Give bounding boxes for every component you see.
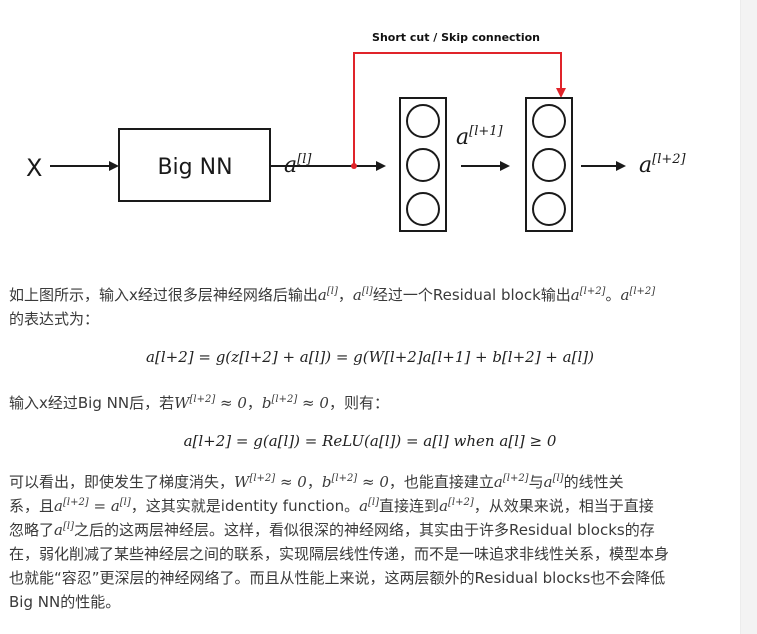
math-a-l2: a[l+2] [570, 286, 606, 304]
vertical-scrollbar[interactable] [740, 0, 757, 634]
text-run: 如上图所示，输入x经过很多层神经网络后输出 [9, 286, 318, 304]
math-a-l: a[l] [352, 286, 373, 304]
equation-identity: a[l+2] = g(a[l]) = ReLU(a[l]) = a[l] whe… [183, 432, 557, 450]
text-run: ，从效果来说，相当于直接 [473, 497, 654, 515]
a-l1-label: a[l+1] [456, 124, 504, 150]
text-run: 忽略了 [9, 521, 55, 539]
text-run: ， [246, 394, 262, 412]
text-run: 。 [605, 286, 621, 304]
math-a-l2: a[l+2] [493, 473, 529, 491]
residual-block-diagram: X Big NN a[l] Short cut / Skip connectio… [26, 31, 687, 232]
text-run: ，也能直接建立 [388, 473, 494, 491]
text-run: 在，弱化削减了某些神经层之间的联系，实现隔层线性传递，而不是一味追求非线性关系，… [9, 545, 670, 563]
text-run: 之后的这两层神经层。这样，看似很深的神经网络，其实由于许多Residual bl… [73, 521, 655, 539]
text-run: 经过一个Residual block输出 [372, 286, 571, 304]
text-run: 输入x经过Big NN后，若 [9, 394, 175, 412]
math-a-l2: a[l+2] [439, 497, 474, 515]
text-run: ， [306, 473, 322, 491]
text-run: 也就能“容忍”更深层的神经网络了。而且从性能上来说，这两层额外的Residual… [9, 569, 666, 587]
text-run: ，则有： [328, 394, 389, 412]
text-run: 直接连到 [379, 497, 440, 515]
math-a-l: a[l] [54, 521, 74, 539]
big-nn-label: Big NN [157, 155, 232, 180]
paragraph-condition: 输入x经过Big NN后，若W[l+2] ≈ 0，b[l+2] ≈ 0，则有： [9, 391, 735, 415]
text-run: 与 [528, 473, 544, 491]
math-a-l2: a[l+2] [620, 286, 656, 304]
text-run: 可以看出，即使发生了梯度消失， [9, 473, 235, 491]
math-b: b[l+2] ≈ 0 [321, 473, 389, 491]
math-w: W[l+2] ≈ 0 [234, 473, 307, 491]
input-x-label: X [26, 154, 42, 182]
math-b: b[l+2] ≈ 0 [261, 394, 329, 412]
text-run: Big NN的性能。 [9, 593, 121, 611]
a-l2-label: a[l+2] [639, 152, 687, 178]
text-run: ，这其实就是identity function。 [130, 497, 360, 515]
math-identity: a[l+2] = a[l] [54, 497, 131, 515]
text-run: 的表达式为： [9, 310, 100, 328]
paragraph-explanation: 可以看出，即使发生了梯度消失，W[l+2] ≈ 0，b[l+2] ≈ 0，也能直… [9, 470, 735, 614]
text-run: 系，且 [9, 497, 55, 515]
text-run: ， [337, 286, 353, 304]
math-a-l: a[l] [317, 286, 338, 304]
math-a-l: a[l] [543, 473, 564, 491]
text-run: 的线性关 [563, 473, 624, 491]
math-w: W[l+2] ≈ 0 [174, 394, 247, 412]
skip-junction-dot [351, 163, 357, 169]
math-a-l: a[l] [359, 497, 380, 515]
skip-connection-label: Short cut / Skip connection [372, 31, 540, 44]
equation-residual: a[l+2] = g(z[l+2] + a[l]) = g(W[l+2]a[l+… [146, 348, 594, 366]
paragraph-intro: 如上图所示，输入x经过很多层神经网络后输出a[l]，a[l]经过一个Residu… [9, 283, 735, 331]
